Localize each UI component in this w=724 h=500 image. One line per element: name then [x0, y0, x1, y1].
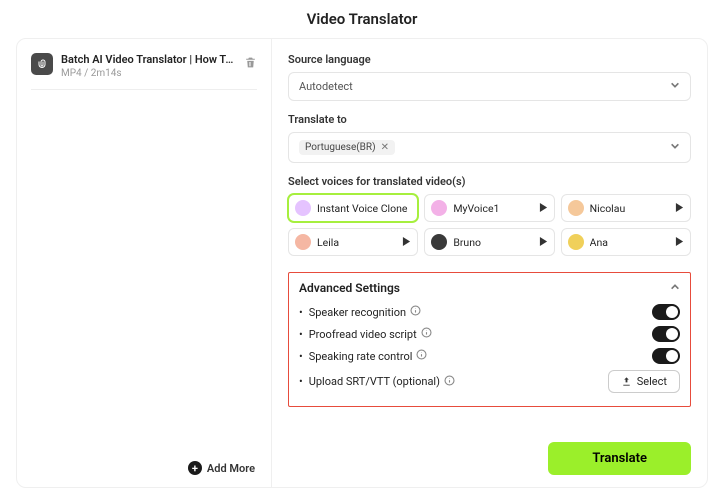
voice-name-label: Instant Voice Clone: [317, 202, 411, 215]
voice-avatar-icon: [568, 200, 584, 216]
info-icon[interactable]: [421, 327, 432, 341]
proofread-label: •Proofread video script: [299, 327, 432, 341]
proofread-toggle[interactable]: [652, 326, 680, 342]
play-icon[interactable]: [539, 202, 548, 215]
translate-button[interactable]: Translate: [548, 442, 691, 475]
file-meta: MP4 / 2m14s: [61, 68, 236, 79]
voices-grid: Instant Voice Clone MyVoice1 Nicolau Leila B…: [288, 194, 691, 256]
voice-option[interactable]: Leila: [288, 228, 418, 256]
advanced-settings-header[interactable]: Advanced Settings: [299, 281, 680, 295]
voice-avatar-icon: [431, 200, 447, 216]
voice-avatar-icon: [431, 234, 447, 250]
add-more-button[interactable]: + Add More: [186, 455, 257, 477]
speaking-rate-label: •Speaking rate control: [299, 349, 427, 363]
voice-name-label: Nicolau: [590, 202, 669, 215]
settings-panel: Source language Autodetect Translate to …: [272, 39, 707, 487]
main-card: Batch AI Video Translator | How To Bat… …: [16, 38, 708, 488]
source-language-select[interactable]: Autodetect: [288, 72, 691, 101]
translate-to-label: Translate to: [288, 113, 691, 126]
info-icon[interactable]: [444, 375, 455, 389]
voice-name-label: Leila: [317, 236, 396, 249]
voice-avatar-icon: [295, 200, 311, 216]
voice-name-label: MyVoice1: [453, 202, 532, 215]
play-icon[interactable]: [539, 236, 548, 249]
voice-option[interactable]: Bruno: [424, 228, 554, 256]
chevron-up-icon: [670, 281, 680, 295]
speaker-recognition-label: •Speaker recognition: [299, 305, 421, 319]
info-icon[interactable]: [416, 349, 427, 363]
play-icon[interactable]: [402, 236, 411, 249]
file-row: Batch AI Video Translator | How To Bat… …: [31, 53, 257, 90]
upload-icon: [621, 376, 632, 387]
upload-srt-label: •Upload SRT/VTT (optional): [299, 375, 455, 389]
voices-label: Select voices for translated video(s): [288, 175, 691, 188]
play-icon[interactable]: [675, 202, 684, 215]
file-thumb-icon: [31, 53, 53, 75]
translate-to-select[interactable]: Portuguese(BR) ✕: [288, 132, 691, 163]
voice-option[interactable]: MyVoice1: [424, 194, 554, 222]
voice-option[interactable]: Nicolau: [561, 194, 691, 222]
voice-avatar-icon: [295, 234, 311, 250]
plus-icon: +: [188, 461, 202, 475]
voice-option[interactable]: Ana: [561, 228, 691, 256]
speaking-rate-toggle[interactable]: [652, 348, 680, 364]
chevron-down-icon: [670, 80, 680, 93]
voice-name-label: Bruno: [453, 236, 532, 249]
upload-srt-select-button[interactable]: Select: [608, 370, 680, 393]
advanced-settings-box: Advanced Settings •Speaker recognition •…: [288, 272, 691, 407]
language-chip: Portuguese(BR) ✕: [299, 140, 395, 155]
add-more-label: Add More: [207, 462, 255, 475]
remove-language-icon[interactable]: ✕: [381, 142, 389, 153]
page-title: Video Translator: [16, 10, 708, 28]
source-language-label: Source language: [288, 53, 691, 66]
file-name: Batch AI Video Translator | How To Bat…: [61, 53, 236, 66]
file-panel: Batch AI Video Translator | How To Bat… …: [17, 39, 272, 487]
chevron-down-icon: [670, 141, 680, 154]
voice-name-label: Ana: [590, 236, 669, 249]
voice-avatar-icon: [568, 234, 584, 250]
info-icon[interactable]: [410, 305, 421, 319]
voice-option[interactable]: Instant Voice Clone: [288, 194, 418, 222]
speaker-recognition-toggle[interactable]: [652, 304, 680, 320]
play-icon[interactable]: [675, 236, 684, 249]
delete-file-button[interactable]: [244, 53, 257, 72]
